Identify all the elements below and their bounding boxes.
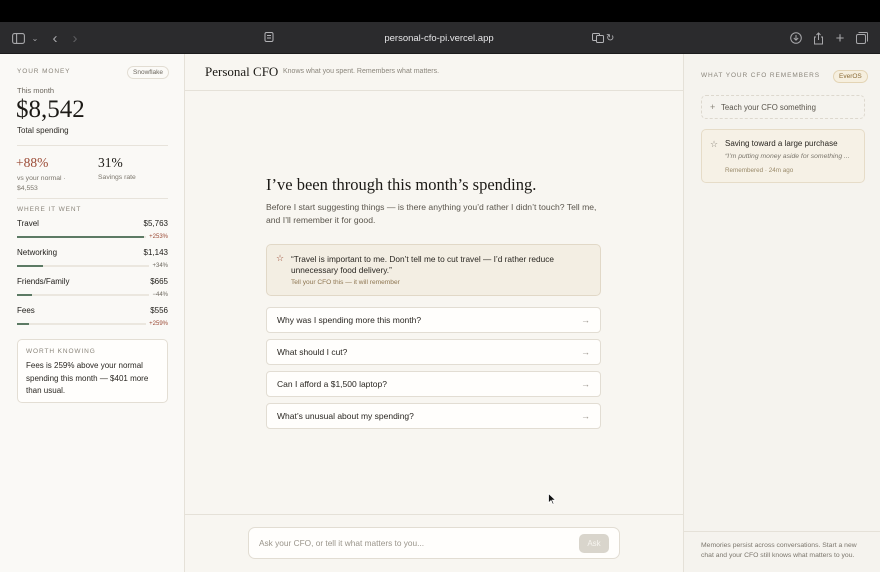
url-text: personal-cfo-pi.vercel.app bbox=[384, 32, 494, 44]
memory-title: WHAT YOUR CFO REMEMBERS bbox=[701, 72, 820, 79]
memory-item-title: Saving toward a large purchase bbox=[725, 139, 838, 148]
period-label: This month bbox=[17, 86, 55, 95]
category-row: Fees $556 +259% bbox=[17, 306, 168, 332]
welcome-intro: Before I start suggesting things — is th… bbox=[266, 202, 597, 225]
category-bar bbox=[17, 265, 168, 267]
suggested-question-button[interactable]: Why was I spending more this month? → bbox=[266, 307, 601, 333]
category-change: +253% bbox=[146, 234, 168, 240]
savings-rate-value: 31% bbox=[98, 155, 123, 170]
welcome-heading: I’ve been through this month’s spending. bbox=[266, 175, 537, 194]
download-icon[interactable] bbox=[789, 22, 803, 54]
category-amount: $556 bbox=[150, 306, 168, 315]
insight-text: Fees is 259% above your normal spending … bbox=[26, 361, 149, 395]
category-change: +259% bbox=[146, 321, 168, 327]
header-bar: Personal CFO Knows what you spent. Remem… bbox=[185, 54, 683, 91]
mouse-cursor-icon bbox=[548, 492, 557, 510]
insight-title: WORTH KNOWING bbox=[26, 348, 96, 355]
change-label: vs your normal · $4,553 bbox=[17, 175, 66, 192]
category-name: Travel bbox=[17, 219, 39, 228]
suggestion-hint: Tell your CFO this — it will remember bbox=[291, 279, 400, 286]
category-amount: $665 bbox=[150, 277, 168, 286]
memory-footer: Memories persist across conversations. S… bbox=[701, 542, 857, 559]
arrow-right-icon: → bbox=[581, 347, 590, 357]
suggested-question-button[interactable]: What should I cut? → bbox=[266, 339, 601, 365]
teach-label: Teach your CFO something bbox=[721, 103, 816, 112]
star-icon: ☆ bbox=[276, 253, 285, 263]
category-row: Networking $1,143 +34% bbox=[17, 248, 168, 274]
question-label: What’s unusual about my spending? bbox=[277, 411, 414, 421]
memory-provider-badge: EverOS bbox=[833, 70, 868, 83]
change-value: +88% bbox=[16, 155, 49, 170]
star-icon: ☆ bbox=[710, 139, 719, 149]
divider bbox=[17, 198, 168, 199]
share-icon[interactable] bbox=[811, 22, 825, 54]
divider bbox=[684, 531, 880, 532]
sidebar-toggle-icon[interactable] bbox=[10, 22, 26, 54]
teach-button[interactable]: + Teach your CFO something bbox=[701, 95, 865, 119]
suggested-question-button[interactable]: What’s unusual about my spending? → bbox=[266, 403, 601, 429]
browser-toolbar: ⌄ ‹ › personal-cfo-pi.vercel.app ↻ + bbox=[0, 22, 880, 54]
plus-icon: + bbox=[710, 102, 716, 112]
back-icon[interactable]: ‹ bbox=[48, 22, 62, 54]
translate-icon[interactable] bbox=[592, 30, 604, 46]
total-spending-value: $8,542 bbox=[16, 96, 85, 123]
category-name: Networking bbox=[17, 248, 58, 257]
question-label: Why was I spending more this month? bbox=[277, 315, 422, 325]
category-amount: $5,763 bbox=[143, 219, 168, 228]
arrow-right-icon: → bbox=[581, 411, 590, 421]
total-spending-label: Total spending bbox=[17, 126, 69, 135]
data-source-badge: Snowflake bbox=[127, 66, 169, 79]
app-title: Personal CFO bbox=[205, 64, 279, 79]
page-settings-icon[interactable] bbox=[264, 31, 276, 45]
chevron-down-icon[interactable]: ⌄ bbox=[30, 22, 40, 54]
category-name: Friends/Family bbox=[17, 277, 70, 286]
category-change: +34% bbox=[149, 263, 168, 269]
suggested-question-button[interactable]: Can I afford a $1,500 laptop? → bbox=[266, 371, 601, 397]
question-label: What should I cut? bbox=[277, 347, 348, 357]
forward-icon[interactable]: › bbox=[68, 22, 82, 54]
app-subtitle: Knows what you spent. Remembers what mat… bbox=[283, 68, 440, 75]
system-menu-bar bbox=[0, 0, 880, 22]
suggested-memory-button[interactable]: ☆ “Travel is important to me. Don’t tell… bbox=[266, 244, 601, 296]
memory-item[interactable]: ☆ Saving toward a large purchase “I’m pu… bbox=[701, 129, 865, 183]
memory-panel: WHAT YOUR CFO REMEMBERS EverOS + Teach y… bbox=[683, 54, 880, 572]
category-row: Friends/Family $665 −44% bbox=[17, 277, 168, 303]
category-change: −44% bbox=[149, 292, 168, 298]
savings-rate-label: Savings rate bbox=[98, 174, 136, 181]
new-tab-icon[interactable]: + bbox=[833, 22, 847, 54]
arrow-right-icon: → bbox=[581, 315, 590, 325]
money-sidebar: YOUR MONEY Snowflake This month $8,542 T… bbox=[0, 54, 185, 572]
sidebar-title: YOUR MONEY bbox=[17, 68, 71, 75]
address-bar[interactable]: personal-cfo-pi.vercel.app ↻ bbox=[258, 27, 620, 49]
arrow-right-icon: → bbox=[581, 379, 590, 389]
ask-button[interactable]: Ask bbox=[579, 534, 609, 553]
chat-input[interactable]: Ask your CFO, or tell it what matters to… bbox=[259, 538, 424, 548]
tab-overview-icon[interactable] bbox=[855, 22, 869, 54]
divider bbox=[17, 145, 168, 146]
reload-icon[interactable]: ↻ bbox=[606, 30, 614, 46]
app-window: YOUR MONEY Snowflake This month $8,542 T… bbox=[0, 54, 880, 572]
category-bar bbox=[17, 294, 168, 296]
category-amount: $1,143 bbox=[143, 248, 168, 257]
composer: Ask your CFO, or tell it what matters to… bbox=[248, 527, 620, 559]
memory-item-meta: Remembered · 24m ago bbox=[725, 167, 794, 174]
category-name: Fees bbox=[17, 306, 35, 315]
question-label: Can I afford a $1,500 laptop? bbox=[277, 379, 387, 389]
memory-item-quote: “I’m putting money aside for something .… bbox=[725, 153, 850, 160]
insight-card: WORTH KNOWING Fees is 259% above your no… bbox=[17, 339, 168, 403]
composer-divider bbox=[185, 514, 683, 515]
category-row: Travel $5,763 +253% bbox=[17, 219, 168, 245]
suggestion-quote: “Travel is important to me. Don’t tell m… bbox=[291, 254, 554, 275]
breakdown-title: WHERE IT WENT bbox=[17, 206, 82, 213]
